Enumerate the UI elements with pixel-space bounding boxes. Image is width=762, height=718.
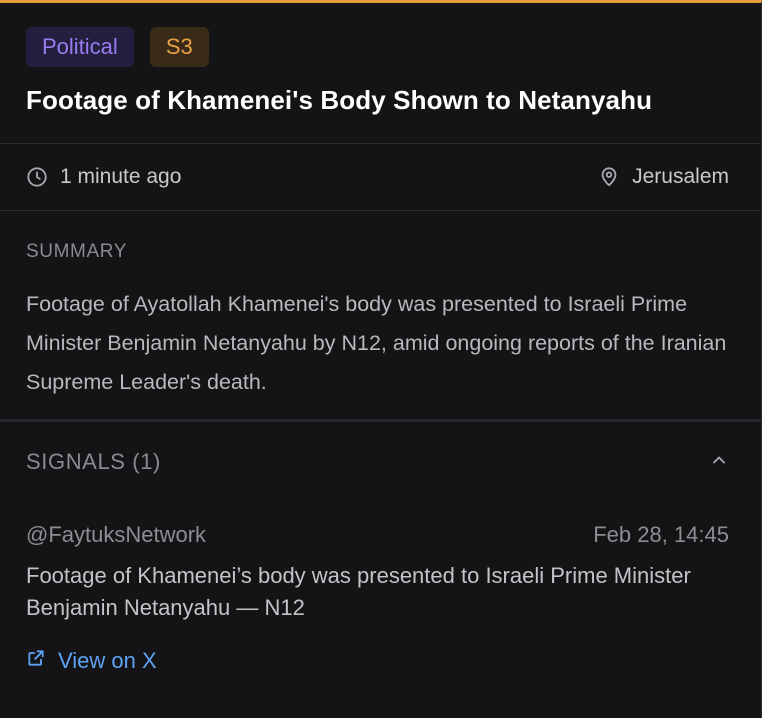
event-detail-panel: Political S3 Footage of Khamenei's Body … xyxy=(0,0,762,718)
signal-item: @FaytuksNetwork Feb 28, 14:45 Footage of… xyxy=(0,502,761,674)
location: Jerusalem xyxy=(598,165,729,189)
signal-header: @FaytuksNetwork Feb 28, 14:45 xyxy=(26,522,729,548)
location-text: Jerusalem xyxy=(632,165,729,188)
severity-badge: S3 xyxy=(149,27,209,67)
event-title: Footage of Khamenei's Body Shown to Neta… xyxy=(26,85,653,115)
time-ago-text: 1 minute ago xyxy=(60,165,182,188)
summary-text: Footage of Ayatollah Khamenei's body was… xyxy=(26,292,727,394)
signal-text: Footage of Khamenei’s body was presented… xyxy=(26,563,691,620)
event-meta: 1 minute ago Jerusalem xyxy=(0,144,761,210)
clock-icon xyxy=(26,166,48,188)
signals-header[interactable]: SIGNALS (1) xyxy=(0,422,761,502)
chevron-up-icon[interactable] xyxy=(709,450,729,475)
signal-source[interactable]: @FaytuksNetwork xyxy=(26,522,206,548)
time-ago: 1 minute ago xyxy=(26,165,181,189)
external-link-icon xyxy=(26,648,46,674)
signal-timestamp: Feb 28, 14:45 xyxy=(593,522,729,547)
summary-label: SUMMARY xyxy=(26,241,127,262)
badge-row: Political S3 xyxy=(26,27,735,67)
view-on-x-label: View on X xyxy=(58,648,157,673)
map-pin-icon xyxy=(598,166,620,188)
signals-label: SIGNALS (1) xyxy=(26,449,161,474)
category-badge: Political xyxy=(26,27,134,67)
event-header: Political S3 Footage of Khamenei's Body … xyxy=(0,3,761,143)
summary-section: SUMMARY Footage of Ayatollah Khamenei's … xyxy=(0,211,761,419)
view-on-x-link[interactable]: View on X xyxy=(26,648,729,674)
